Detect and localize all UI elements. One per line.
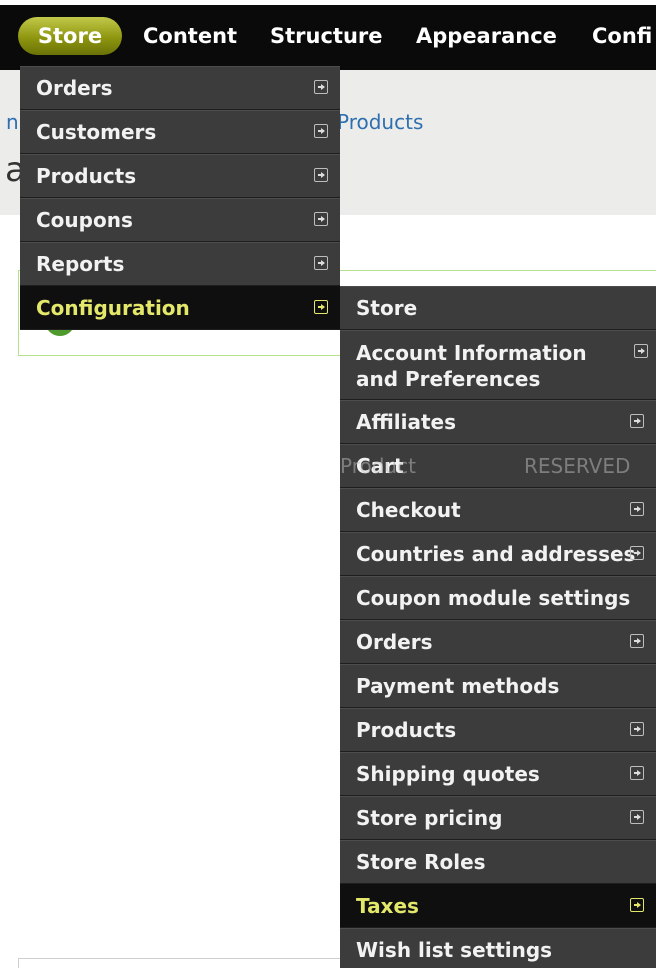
store-menu-customers[interactable]: Customers (20, 110, 340, 154)
submenu-arrow-icon (630, 766, 644, 780)
config-menu-countries[interactable]: Countries and addresses (340, 532, 656, 576)
background-column-product: Product (340, 454, 416, 478)
toolbar-structure[interactable]: Structure (270, 17, 383, 55)
store-menu-coupons[interactable]: Coupons (20, 198, 340, 242)
admin-toolbar: Store Content Structure Appearance Confi (0, 0, 656, 70)
store-menu-reports[interactable]: Reports (20, 242, 340, 286)
config-menu-orders[interactable]: Orders (340, 620, 656, 664)
submenu-arrow-icon (630, 502, 644, 516)
menu-item-label: Coupons (36, 208, 133, 232)
menu-item-label: Wish list settings (356, 938, 553, 962)
submenu-arrow-icon (314, 168, 328, 182)
submenu-arrow-icon (630, 722, 644, 736)
menu-item-label: Account Information and Preferences (356, 341, 587, 391)
config-menu-store[interactable]: Store (340, 286, 656, 330)
toolbar-configuration[interactable]: Confi (592, 17, 652, 55)
config-menu-products[interactable]: Products (340, 708, 656, 752)
menu-item-label: Reports (36, 252, 125, 276)
menu-item-label: Orders (356, 630, 433, 654)
submenu-arrow-icon (630, 414, 644, 428)
menu-item-label: Customers (36, 120, 157, 144)
toolbar-content[interactable]: Content (143, 17, 237, 55)
toolbar-store[interactable]: Store (18, 17, 122, 55)
store-menu: Orders Customers Products Coupons Report… (20, 66, 340, 330)
menu-item-label: Store Roles (356, 850, 486, 874)
menu-item-label: Affiliates (356, 410, 457, 434)
submenu-arrow-icon (634, 344, 648, 358)
submenu-arrow-icon (314, 300, 328, 314)
submenu-arrow-icon (630, 810, 644, 824)
config-menu-coupon-settings[interactable]: Coupon module settings (340, 576, 656, 620)
submenu-arrow-icon (630, 634, 644, 648)
menu-item-label: Configuration (36, 296, 190, 320)
menu-item-label: Orders (36, 76, 113, 100)
submenu-arrow-icon (314, 124, 328, 138)
menu-item-label: Products (356, 718, 457, 742)
config-menu-taxes[interactable]: Taxes (340, 884, 656, 928)
toolbar-appearance[interactable]: Appearance (416, 17, 557, 55)
background-column-reserved: RESERVED (524, 454, 631, 478)
menu-item-label: Store (356, 296, 418, 320)
menu-item-label: Checkout (356, 498, 461, 522)
config-menu-payment-methods[interactable]: Payment methods (340, 664, 656, 708)
menu-item-label: Payment methods (356, 674, 560, 698)
store-menu-configuration[interactable]: Configuration (20, 286, 340, 330)
config-menu-store-pricing[interactable]: Store pricing (340, 796, 656, 840)
menu-item-label: Store pricing (356, 806, 503, 830)
config-menu-checkout[interactable]: Checkout (340, 488, 656, 532)
config-menu-wish-list[interactable]: Wish list settings (340, 928, 656, 968)
submenu-arrow-icon (314, 256, 328, 270)
content-border (18, 958, 343, 968)
breadcrumb-link[interactable]: n (6, 110, 19, 134)
config-menu-account-information[interactable]: Account Information and Preferences (340, 330, 656, 400)
menu-item-label: Taxes (356, 894, 419, 918)
submenu-arrow-icon (314, 80, 328, 94)
store-menu-orders[interactable]: Orders (20, 66, 340, 110)
submenu-arrow-icon (630, 546, 644, 560)
toolbar-top-edge (0, 0, 656, 5)
menu-item-label: Products (36, 164, 137, 188)
submenu-arrow-icon (630, 898, 644, 912)
breadcrumb-link-products[interactable]: Products (337, 110, 423, 134)
submenu-arrow-icon (314, 212, 328, 226)
config-menu-store-roles[interactable]: Store Roles (340, 840, 656, 884)
menu-item-label: Coupon module settings (356, 586, 631, 610)
config-menu-cart[interactable]: Cart Product RESERVED (340, 444, 656, 488)
menu-item-label: Shipping quotes (356, 762, 540, 786)
configuration-submenu: Store Account Information and Preference… (340, 286, 656, 968)
menu-item-label: Countries and addresses (356, 542, 636, 566)
config-menu-shipping-quotes[interactable]: Shipping quotes (340, 752, 656, 796)
store-menu-products[interactable]: Products (20, 154, 340, 198)
config-menu-affiliates[interactable]: Affiliates (340, 400, 656, 444)
